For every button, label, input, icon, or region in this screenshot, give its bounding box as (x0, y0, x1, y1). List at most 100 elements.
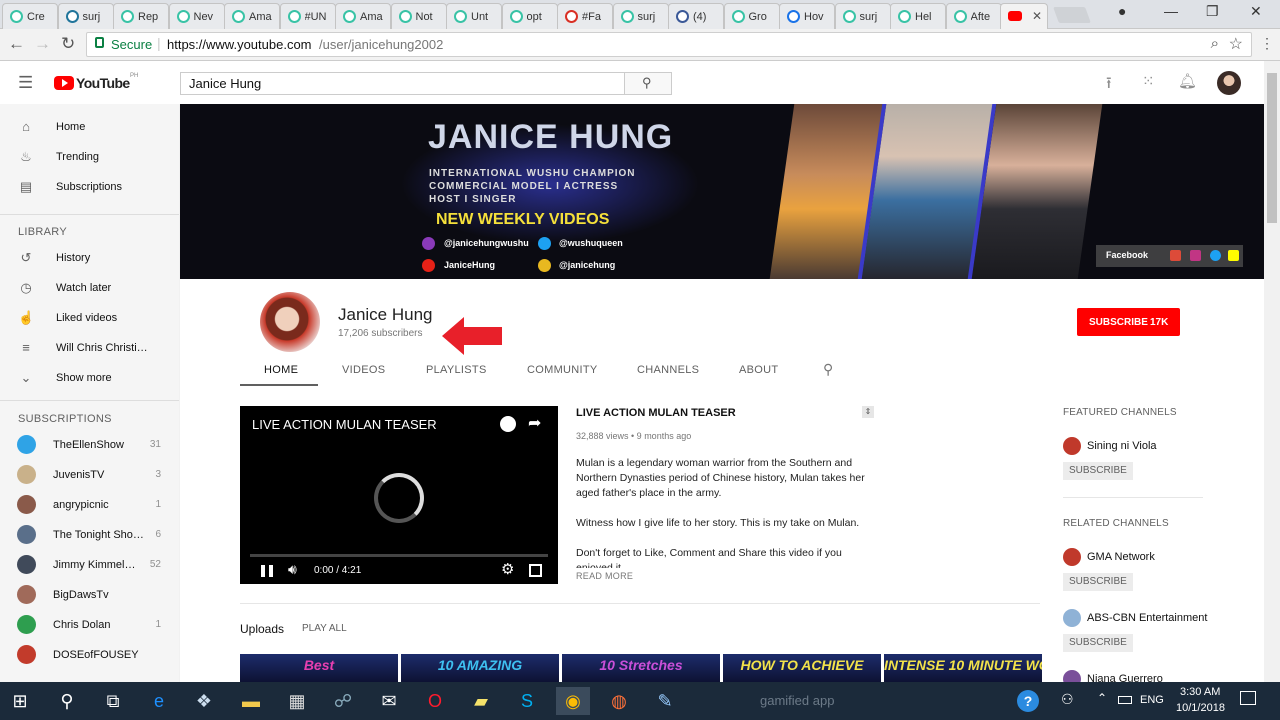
network-app-icon[interactable]: ☍ (329, 687, 357, 715)
play-all-link[interactable]: PLAY ALL (302, 623, 347, 634)
browser-tab[interactable]: Hel (890, 3, 946, 29)
browser-tab[interactable]: Cre (2, 3, 58, 29)
banner-facebook-link[interactable]: Facebook (1106, 250, 1148, 260)
video-title[interactable]: LIVE ACTION MULAN TEASER (576, 407, 736, 419)
clock-date[interactable]: 10/1/2018 (1176, 702, 1225, 714)
browser-tab[interactable]: surj (57, 3, 114, 29)
file-explorer-icon[interactable]: ▬ (237, 687, 265, 715)
channel-avatar[interactable] (260, 292, 320, 352)
new-tab-button[interactable] (1053, 7, 1091, 23)
volume-icon[interactable]: 🔊︎ (288, 561, 297, 578)
browser-tab[interactable]: Nev (168, 3, 225, 29)
minimize-window-icon[interactable]: — (1164, 3, 1178, 19)
upload-thumbnail[interactable]: 10 Stretches (562, 654, 720, 682)
share-arrow-icon[interactable]: ➦ (528, 413, 541, 433)
profile-icon[interactable]: ● (1118, 3, 1126, 19)
browser-tab[interactable]: Ama (335, 3, 391, 29)
library-item[interactable]: ≡ Will Chris Christi… (0, 333, 179, 363)
channel-avatar[interactable] (1063, 548, 1081, 566)
people-icon[interactable]: ⚇ (1061, 691, 1074, 708)
upload-thumbnail[interactable]: Best (240, 654, 398, 682)
progress-track[interactable] (250, 554, 548, 557)
channel-avatar[interactable] (1063, 609, 1081, 627)
channel-tab-about[interactable]: ABOUT (739, 364, 778, 376)
browser-tab[interactable]: surj (834, 3, 891, 29)
reload-icon[interactable]: ↻ (61, 34, 75, 54)
browser-tab[interactable]: opt (501, 3, 558, 29)
fullscreen-icon[interactable] (529, 564, 542, 577)
subscription-item[interactable]: Chris Dolan 1 (0, 610, 179, 640)
sidebar-item-subscriptions[interactable]: ▤ Subscriptions (0, 172, 179, 202)
forward-arrow-icon[interactable]: → (34, 34, 51, 54)
browser-tab[interactable]: Afte (945, 3, 1002, 29)
scrollbar-thumb[interactable] (1267, 73, 1277, 223)
paint-icon[interactable]: ✎ (651, 687, 679, 715)
watch-later-icon[interactable] (500, 416, 516, 432)
upload-thumbnail[interactable]: 10 AMAZING (401, 654, 559, 682)
subscription-item[interactable]: angrypicnic 1 (0, 490, 179, 520)
opera-icon[interactable]: O (421, 687, 449, 715)
read-more-link[interactable]: READ MORE (576, 571, 633, 581)
channel-subscribe-button[interactable]: SUBSCRIBE (1063, 634, 1133, 652)
windows-start-icon[interactable]: ⊞ (6, 687, 34, 715)
subscription-item[interactable]: DOSEofFOUSEY (0, 640, 179, 670)
pause-icon[interactable] (261, 565, 273, 577)
close-tab-icon[interactable]: ✕ (1032, 9, 1042, 23)
help-icon[interactable]: ? (1017, 690, 1039, 712)
mail-icon[interactable]: ✉ (375, 687, 403, 715)
search-button[interactable]: ⚲ (624, 72, 672, 95)
browser-tab[interactable]: Ama (224, 3, 280, 29)
menu-kebab-icon[interactable]: ⋮ (1260, 35, 1274, 52)
bookmark-star-icon[interactable]: ☆ (1229, 34, 1243, 54)
upload-icon[interactable]: ⭱ (1106, 72, 1112, 99)
dropbox-icon[interactable]: ❖ (190, 687, 218, 715)
subscribe-button[interactable]: SUBSCRIBE 17K (1077, 308, 1180, 336)
sidebar-item-home[interactable]: ⌂ Home (0, 112, 179, 142)
tab-youtube-active[interactable]: ✕ (1000, 3, 1048, 29)
address-bar[interactable]: Secure | https://www.youtube.com /user/j… (86, 32, 1252, 57)
restore-window-icon[interactable]: ❐ (1206, 3, 1219, 20)
browser-tab[interactable]: #Fa (557, 3, 613, 29)
chrome-icon[interactable]: ◉ (556, 687, 590, 715)
browser-tab[interactable]: Rep (113, 3, 169, 29)
channel-tab-community[interactable]: COMMUNITY (527, 364, 598, 376)
notifications-bell-icon[interactable]: 🔔︎ (1178, 72, 1197, 90)
channel-avatar[interactable] (1063, 437, 1081, 455)
subscription-item[interactable]: BigDawsTv (0, 580, 179, 610)
library-item[interactable]: ⌄ Show more (0, 363, 179, 393)
channel-tab-videos[interactable]: VIDEOS (342, 364, 385, 376)
taskbar-search-icon[interactable]: ⚲ (53, 687, 81, 715)
language-indicator[interactable]: ENG (1140, 694, 1164, 706)
browser-tab[interactable]: (4) (668, 3, 724, 29)
firefox-icon[interactable]: ◍ (605, 687, 633, 715)
upload-thumbnail[interactable]: INTENSE 10 MINUTE WORKOUT (884, 654, 1042, 682)
task-view-icon[interactable]: ⧉ (99, 687, 127, 715)
skype-icon[interactable]: S (513, 687, 541, 715)
browser-tab[interactable]: #UN (279, 3, 336, 29)
instagram-link-icon[interactable] (1190, 250, 1201, 261)
twitter-link-icon[interactable] (1210, 250, 1221, 261)
library-item[interactable]: ☝ Liked videos (0, 303, 179, 333)
library-item[interactable]: ◷ Watch later (0, 273, 179, 303)
browser-tab[interactable]: Not (390, 3, 447, 29)
channel-subscribe-button[interactable]: SUBSCRIBE (1063, 462, 1133, 480)
channel-tab-playlists[interactable]: PLAYLISTS (426, 364, 487, 376)
browser-tab[interactable]: Gro (723, 3, 780, 29)
hamburger-menu-icon[interactable]: ☰ (18, 73, 33, 93)
apps-grid-icon[interactable]: ⁙ (1142, 72, 1155, 90)
taskbar-search-hint[interactable]: gamified app (760, 693, 834, 708)
tray-chevron-up-icon[interactable]: ⌃ (1097, 691, 1107, 705)
subscription-item[interactable]: JuvenisTV 3 (0, 460, 179, 490)
sticky-notes-icon[interactable]: ▰ (467, 687, 495, 715)
featured-video-player[interactable]: LIVE ACTION MULAN TEASER ➦ 🔊︎ 0:00 / 4:2… (240, 406, 558, 584)
browser-tab[interactable]: surj (612, 3, 669, 29)
search-input[interactable] (180, 72, 625, 95)
channel-subscribe-button[interactable]: SUBSCRIBE (1063, 573, 1133, 591)
close-window-icon[interactable]: ✕ (1250, 3, 1262, 20)
back-arrow-icon[interactable]: ← (8, 34, 25, 54)
browser-tab[interactable]: Hov (779, 3, 835, 29)
settings-gear-icon[interactable]: ⚙ (501, 560, 514, 578)
edge-icon[interactable]: e (145, 687, 173, 715)
store-icon[interactable]: ▦ (283, 687, 311, 715)
channel-search-icon[interactable]: ⚲ (823, 361, 833, 378)
